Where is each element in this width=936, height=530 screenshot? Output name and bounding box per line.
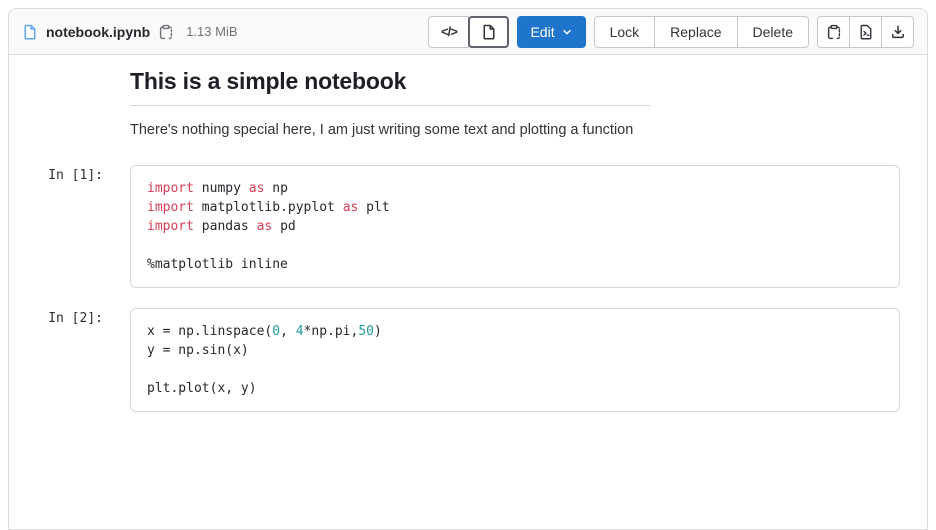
file-size: 1.13 MiB xyxy=(186,24,237,39)
cell-execution-prompt: In [1]: xyxy=(9,165,130,183)
notebook-paragraph: There's nothing special here, I am just … xyxy=(130,122,650,138)
download-icon xyxy=(890,24,906,40)
file-header-left: notebook.ipynb 1.13 MiB xyxy=(22,24,238,40)
open-raw-button[interactable] xyxy=(849,16,882,48)
code-view-icon: </> xyxy=(441,24,457,39)
icon-action-group xyxy=(817,16,914,48)
copy-contents-icon xyxy=(826,24,842,40)
replace-button[interactable]: Replace xyxy=(654,16,737,48)
notebook-content: This is a simple notebook There's nothin… xyxy=(9,55,927,412)
code-cell-row: In [1]:import numpy as npimport matplotl… xyxy=(9,165,927,288)
open-raw-icon xyxy=(858,24,874,40)
code-view-button[interactable]: </> xyxy=(428,16,469,48)
copy-contents-button[interactable] xyxy=(817,16,850,48)
file-action-group: Lock Replace Delete xyxy=(594,16,809,48)
chevron-down-icon xyxy=(561,26,573,38)
file-viewer-container: notebook.ipynb 1.13 MiB </> xyxy=(8,8,928,530)
rendered-view-icon xyxy=(481,24,497,40)
rendered-view-button[interactable] xyxy=(468,16,509,48)
file-name: notebook.ipynb xyxy=(46,24,150,40)
markdown-cell: This is a simple notebook There's nothin… xyxy=(130,68,650,138)
download-button[interactable] xyxy=(881,16,914,48)
code-cell-input: x = np.linspace(0, 4*np.pi,50)y = np.sin… xyxy=(130,308,900,412)
notebook-title: This is a simple notebook xyxy=(130,68,650,106)
file-icon xyxy=(22,24,38,40)
lock-button[interactable]: Lock xyxy=(594,16,656,48)
view-toggle-group: </> xyxy=(428,16,509,48)
cell-execution-prompt: In [2]: xyxy=(9,308,130,326)
copy-to-clipboard-icon[interactable] xyxy=(158,24,174,40)
file-header: notebook.ipynb 1.13 MiB </> xyxy=(9,9,927,55)
code-cells: In [1]:import numpy as npimport matplotl… xyxy=(9,165,927,412)
edit-dropdown-button[interactable]: Edit xyxy=(517,16,585,48)
delete-button[interactable]: Delete xyxy=(737,16,809,48)
file-header-actions: </> Edit xyxy=(428,16,914,48)
code-cell-row: In [2]:x = np.linspace(0, 4*np.pi,50)y =… xyxy=(9,308,927,412)
code-cell-input: import numpy as npimport matplotlib.pypl… xyxy=(130,165,900,288)
edit-button-label: Edit xyxy=(530,24,554,40)
